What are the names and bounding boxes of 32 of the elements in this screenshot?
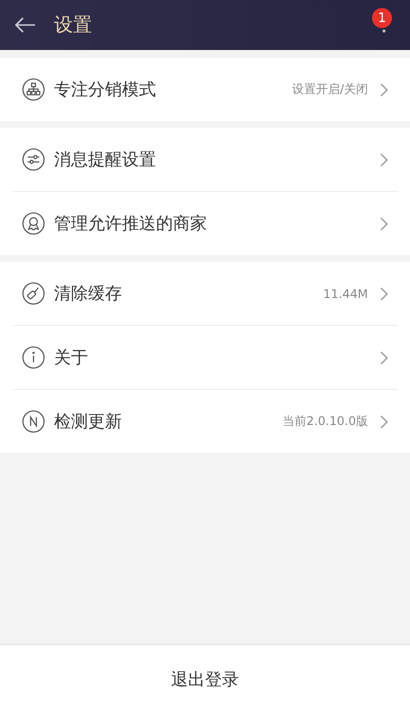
chevron-icon: [380, 286, 388, 300]
row-label: 检测更新: [54, 411, 122, 433]
settings-row[interactable]: 检测更新 当前2.0.10.0版: [12, 390, 398, 453]
row-label: 专注分销模式: [54, 79, 156, 101]
sliders-icon: [22, 148, 45, 171]
network-icon: [22, 78, 45, 101]
chevron-icon: [380, 350, 388, 364]
settings-row[interactable]: 管理允许推送的商家: [12, 192, 398, 255]
page-title: 设置: [54, 13, 92, 38]
more-icon[interactable]: [382, 29, 386, 33]
chevron-icon: [380, 82, 388, 96]
back-arrow-icon[interactable]: [14, 17, 36, 33]
row-value: 当前2.0.10.0版: [282, 413, 368, 430]
chevron-icon: [380, 152, 388, 166]
settings-row[interactable]: 关于: [12, 326, 398, 390]
letter-n-icon: [22, 410, 45, 433]
chevron-icon: [380, 216, 388, 230]
notification-badge: 1: [372, 8, 392, 28]
row-value: 设置开启/关闭: [292, 81, 368, 98]
chevron-icon: [380, 414, 388, 428]
settings-row[interactable]: 清除缓存 11.44M: [12, 262, 398, 326]
settings-row[interactable]: 消息提醒设置: [12, 128, 398, 192]
logout-button[interactable]: 退出登录: [0, 644, 410, 714]
row-label: 关于: [54, 347, 88, 369]
row-label: 管理允许推送的商家: [54, 213, 207, 235]
info-icon: [22, 346, 45, 369]
row-label: 清除缓存: [54, 283, 122, 305]
broom-icon: [22, 282, 45, 305]
row-value: 11.44M: [323, 286, 368, 300]
settings-row[interactable]: 专注分销模式 设置开启/关闭: [12, 58, 398, 121]
ribbon-badge-icon: [22, 212, 45, 235]
row-label: 消息提醒设置: [54, 149, 156, 171]
